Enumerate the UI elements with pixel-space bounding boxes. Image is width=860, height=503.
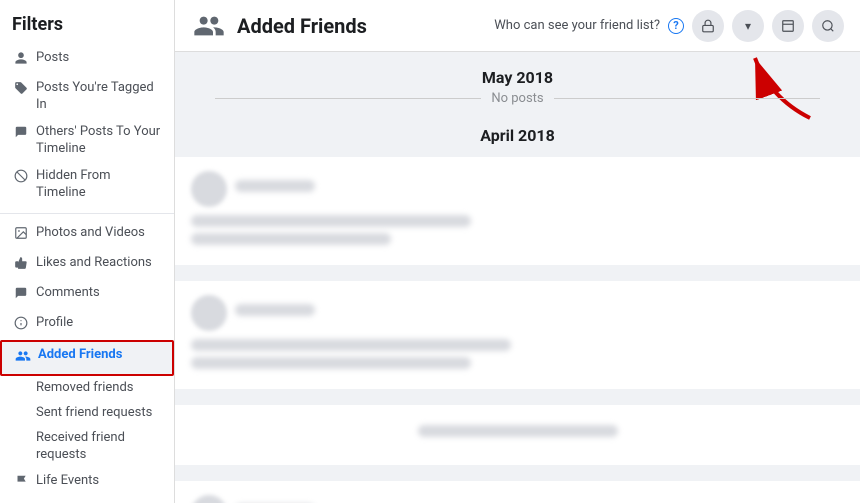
sidebar-item-profile[interactable]: Profile <box>0 310 174 340</box>
sidebar-sub-label: Sent friend requests <box>36 405 152 420</box>
divider-3 <box>175 469 860 477</box>
post-header-text-2 <box>235 304 844 322</box>
post-header-2 <box>191 295 844 331</box>
blurred-content-2b <box>191 357 471 369</box>
photo-icon <box>12 226 30 245</box>
post-header-text-1 <box>235 180 844 198</box>
dropdown-button[interactable]: ▾ <box>732 10 764 42</box>
content-area: May 2018 No posts April 2018 <box>175 52 860 503</box>
date-may-2018: May 2018 <box>175 68 860 87</box>
question-mark-icon[interactable]: ? <box>668 18 684 34</box>
window-icon-button[interactable] <box>772 10 804 42</box>
sidebar-item-label: Comments <box>36 285 100 302</box>
sidebar-item-songs[interactable]: Songs You've Listened To <box>0 498 174 503</box>
blurred-name-2 <box>235 304 315 316</box>
blurred-content-2a <box>191 339 511 351</box>
info-icon <box>12 316 30 335</box>
divider-1 <box>175 269 860 277</box>
person-icon <box>12 51 30 70</box>
header-friends-icon <box>191 8 227 44</box>
sidebar-item-life-events[interactable]: Life Events <box>0 468 174 498</box>
speech-icon <box>12 286 30 305</box>
thumb-icon <box>12 256 30 275</box>
sidebar-item-posts[interactable]: Posts <box>0 45 174 75</box>
sidebar: Filters Posts Posts You're Tagged In Oth… <box>0 0 175 503</box>
sidebar-item-hidden[interactable]: Hidden From Timeline <box>0 163 174 207</box>
blurred-content-1b <box>191 233 391 245</box>
sidebar-item-likes-reactions[interactable]: Likes and Reactions <box>0 250 174 280</box>
post-item-4 <box>175 481 860 503</box>
blurred-center-3 <box>418 425 618 437</box>
comment-icon <box>12 125 30 144</box>
sidebar-item-received-requests[interactable]: Received friend requests <box>0 426 174 468</box>
sidebar-item-label: Posts You're Tagged In <box>36 80 162 114</box>
sidebar-item-photos-videos[interactable]: Photos and Videos <box>0 220 174 250</box>
sidebar-item-removed-friends[interactable]: Removed friends <box>0 376 174 401</box>
sidebar-item-label: Posts <box>36 50 69 67</box>
sidebar-title: Filters <box>0 10 174 45</box>
sidebar-item-comments[interactable]: Comments <box>0 280 174 310</box>
header-controls: Who can see your friend list? ? ▾ <box>494 10 844 42</box>
divider-2 <box>175 393 860 401</box>
sidebar-item-label: Others' Posts To Your Timeline <box>36 124 162 158</box>
date-april-2018: April 2018 <box>175 126 860 145</box>
post-item-1 <box>175 157 860 265</box>
hidden-icon <box>12 169 30 188</box>
post-header-4 <box>191 495 844 503</box>
avatar-4 <box>191 495 227 503</box>
blurred-name-1 <box>235 180 315 192</box>
post-item-2 <box>175 281 860 389</box>
search-button[interactable] <box>812 10 844 42</box>
avatar-1 <box>191 171 227 207</box>
sidebar-item-label: Photos and Videos <box>36 225 145 242</box>
friends-icon <box>14 348 32 369</box>
sidebar-item-label: Likes and Reactions <box>36 255 152 272</box>
lock-button[interactable] <box>692 10 724 42</box>
sidebar-item-label: Life Events <box>36 473 99 490</box>
who-can-see-label: Who can see your friend list? <box>494 18 660 33</box>
post-header-1 <box>191 171 844 207</box>
sidebar-sub-label: Removed friends <box>36 380 134 395</box>
april-2018-section: April 2018 <box>175 118 860 153</box>
sidebar-item-others-posts[interactable]: Others' Posts To Your Timeline <box>0 119 174 163</box>
tag-icon <box>12 81 30 100</box>
sidebar-item-posts-tagged[interactable]: Posts You're Tagged In <box>0 75 174 119</box>
flag-icon <box>12 474 30 493</box>
sidebar-item-sent-requests[interactable]: Sent friend requests <box>0 401 174 426</box>
avatar-2 <box>191 295 227 331</box>
sidebar-divider-1 <box>0 213 174 214</box>
main-header: Added Friends Who can see your friend li… <box>175 0 860 52</box>
may-2018-section: May 2018 No posts <box>175 52 860 118</box>
post-item-3 <box>175 405 860 465</box>
no-posts-label: No posts <box>481 91 553 106</box>
page-title: Added Friends <box>237 14 494 38</box>
sidebar-item-added-friends[interactable]: Added Friends <box>0 340 174 376</box>
sidebar-item-label: Added Friends <box>38 347 122 364</box>
sidebar-item-label: Profile <box>36 315 73 332</box>
blurred-content-1a <box>191 215 471 227</box>
sidebar-item-label: Hidden From Timeline <box>36 168 162 202</box>
sidebar-sub-label: Received friend requests <box>36 430 125 462</box>
main-content: Added Friends Who can see your friend li… <box>175 0 860 503</box>
